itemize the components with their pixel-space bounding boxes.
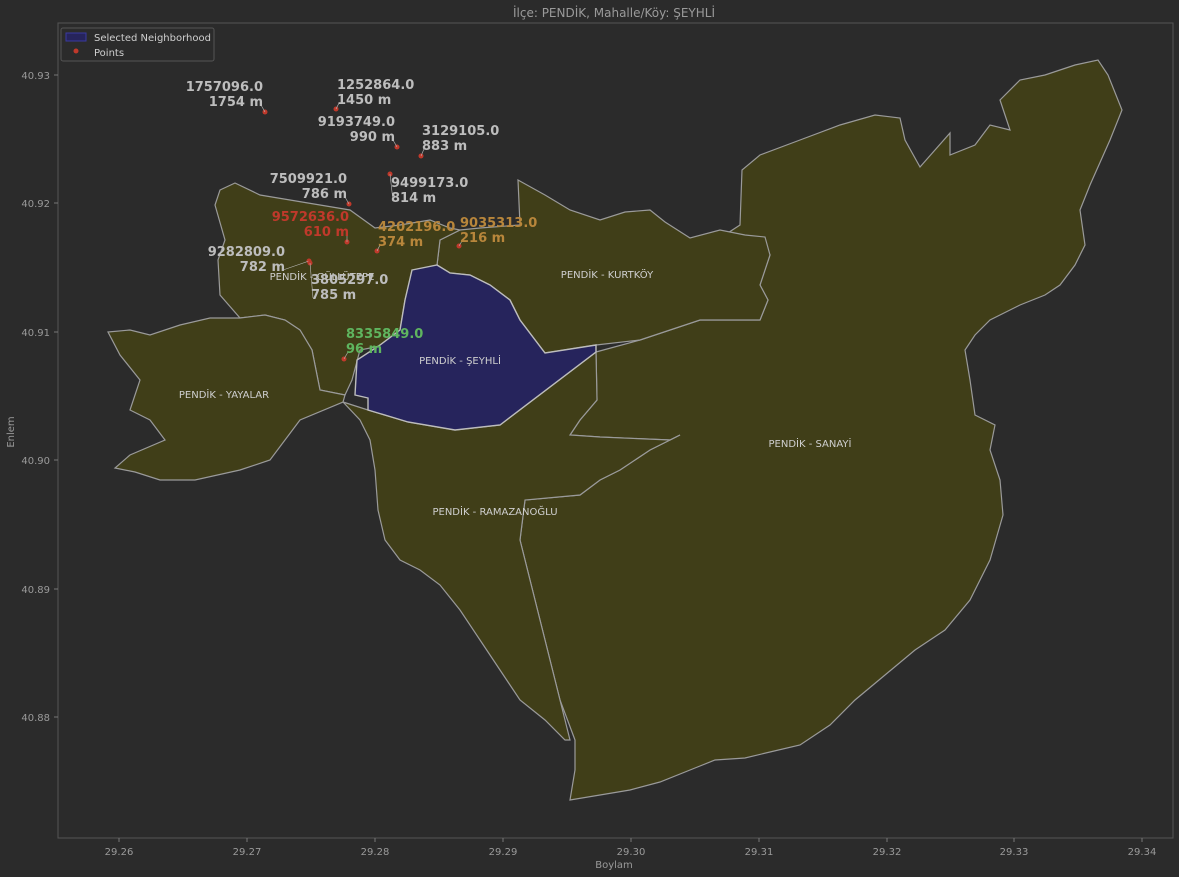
point-distance-label: 216 m [460,231,505,246]
x-tick-label: 29.30 [617,847,646,858]
point-distance-label: 1754 m [209,95,263,110]
legend-points-label: Points [94,48,124,59]
point-id-label: 4202196.0 [378,220,455,235]
y-axis: 40.93 40.92 40.91 40.90 40.89 40.88 [21,71,58,724]
region-label-yayalar: PENDİK - YAYALAR [179,388,269,401]
point-id-label: 9282809.0 [208,245,285,260]
map-title: İlçe: PENDİK, Mahalle/Köy: ŞEYHLİ [513,5,715,20]
x-axis-label: Boylam [595,860,633,871]
y-tick-label: 40.92 [21,199,50,210]
x-tick-label: 29.26 [105,847,134,858]
legend: Selected Neighborhood Points [60,27,215,62]
point-distance-label: 990 m [350,130,395,145]
legend-swatch-selected [65,32,87,42]
point-id-label: 9572636.0 [272,210,349,225]
x-tick-label: 29.32 [873,847,902,858]
x-tick-label: 29.27 [233,847,262,858]
point-id-label: 3129105.0 [422,124,499,139]
x-tick-label: 29.34 [1128,847,1157,858]
x-tick-label: 29.28 [361,847,390,858]
map-figure: İlçe: PENDİK, Mahalle/Köy: ŞEYHLİ PENDİK… [0,0,1179,877]
y-tick-label: 40.90 [21,456,50,467]
map-svg: İlçe: PENDİK, Mahalle/Köy: ŞEYHLİ PENDİK… [6,5,1174,871]
x-tick-label: 29.29 [489,847,518,858]
point-distance-label: 610 m [304,225,349,240]
point-id-label: 1757096.0 [186,80,263,95]
y-tick-label: 40.93 [21,71,50,82]
point-id-label: 8335849.0 [346,327,423,342]
point-id-label: 1252864.0 [337,78,414,93]
point-id-label: 7509921.0 [270,172,347,187]
y-tick-label: 40.88 [21,713,50,724]
region-label-seyhli: PENDİK - ŞEYHLİ [419,354,501,367]
legend-selected-label: Selected Neighborhood [94,33,211,44]
region-label-ramazanoglu: PENDİK - RAMAZANOĞLU [432,505,557,518]
point-distance-label: 785 m [311,288,356,303]
region-label-sanayi: PENDİK - SANAYİ [769,437,852,450]
point-distance-label: 374 m [378,235,423,250]
point-distance-label: 782 m [240,260,285,275]
x-tick-label: 29.31 [745,847,774,858]
y-axis-label: Enlem [6,416,17,447]
point-id-label: 3805297.0 [311,273,388,288]
x-tick-label: 29.33 [1000,847,1029,858]
point-distance-label: 96 m [346,342,382,357]
point-id-label: 9193749.0 [318,115,395,130]
y-tick-label: 40.91 [21,328,50,339]
point-distance-label: 814 m [391,191,436,206]
y-tick-label: 40.89 [21,585,50,596]
x-axis: 29.26 29.27 29.28 29.29 29.30 29.31 29.32 29.33… [105,838,1157,858]
point-id-label: 9499173.0 [391,176,468,191]
point-distance-label: 883 m [422,139,467,154]
point-id-label: 9035313.0 [460,216,537,231]
region-label-kurtkoy: PENDİK - KURTKÖY [561,268,654,281]
legend-swatch-points [73,48,79,54]
point-distance-label: 1450 m [337,93,391,108]
point-distance-label: 786 m [302,187,347,202]
